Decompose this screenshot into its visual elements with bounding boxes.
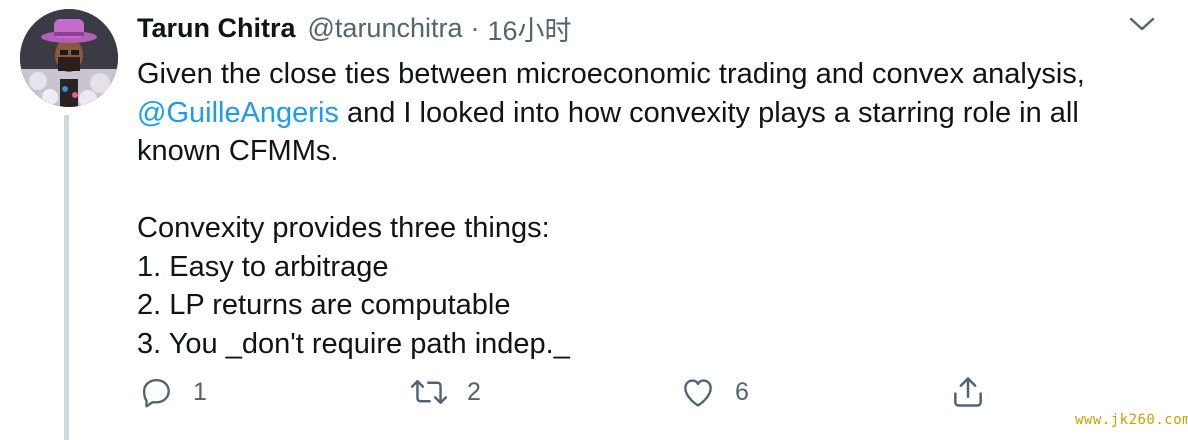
- thread-line: [64, 115, 69, 440]
- tweet-line-1: Given the close ties between microeconom…: [137, 58, 1085, 90]
- avatar-image: [20, 9, 118, 107]
- share-button[interactable]: [949, 372, 987, 412]
- tweet-line-7: 3. You _don't require path indep._: [137, 327, 570, 360]
- tweet-header: Tarun Chitra @tarunchitra · 16小时: [137, 8, 572, 48]
- like-count: 6: [735, 377, 749, 406]
- like-button[interactable]: 6: [679, 372, 749, 412]
- separator-dot: ·: [470, 12, 480, 43]
- heart-icon: [684, 379, 712, 407]
- reply-count: 1: [193, 377, 207, 406]
- watermark: www.jk260.com: [1075, 412, 1188, 428]
- author-handle[interactable]: @tarunchitra: [308, 13, 463, 44]
- author-name[interactable]: Tarun Chitra: [137, 13, 296, 44]
- timestamp[interactable]: 16小时: [488, 9, 572, 48]
- chevron-down-icon[interactable]: [1126, 12, 1158, 36]
- tweet-text: Given the close ties between microeconom…: [137, 55, 1137, 363]
- tweet-line-6: 2. LP returns are computable: [137, 289, 511, 321]
- tweet-actions: 1 2 6: [137, 372, 997, 412]
- tweet-line-4: Convexity provides three things:: [137, 212, 550, 244]
- speech-bubble-icon: [142, 378, 170, 408]
- avatar[interactable]: [20, 9, 118, 107]
- tweet-line-3: known CFMMs.: [137, 135, 339, 167]
- tweet-line-2-text: and I looked into how convexity plays a …: [338, 96, 1079, 129]
- reply-button[interactable]: 1: [137, 372, 207, 412]
- tweet-line-2: @GuilleAngeris and I looked into how con…: [137, 94, 1137, 133]
- retweet-arrows-icon: [410, 380, 448, 404]
- share-upload-icon: [954, 377, 982, 407]
- mention-link[interactable]: @GuilleAngeris: [137, 97, 339, 129]
- retweet-count: 2: [467, 377, 481, 406]
- retweet-button[interactable]: 2: [409, 372, 481, 412]
- tweet-line-5: 1. Easy to arbitrage: [137, 250, 389, 283]
- tweet[interactable]: Tarun Chitra @tarunchitra · 16小时 Given t…: [0, 0, 1188, 440]
